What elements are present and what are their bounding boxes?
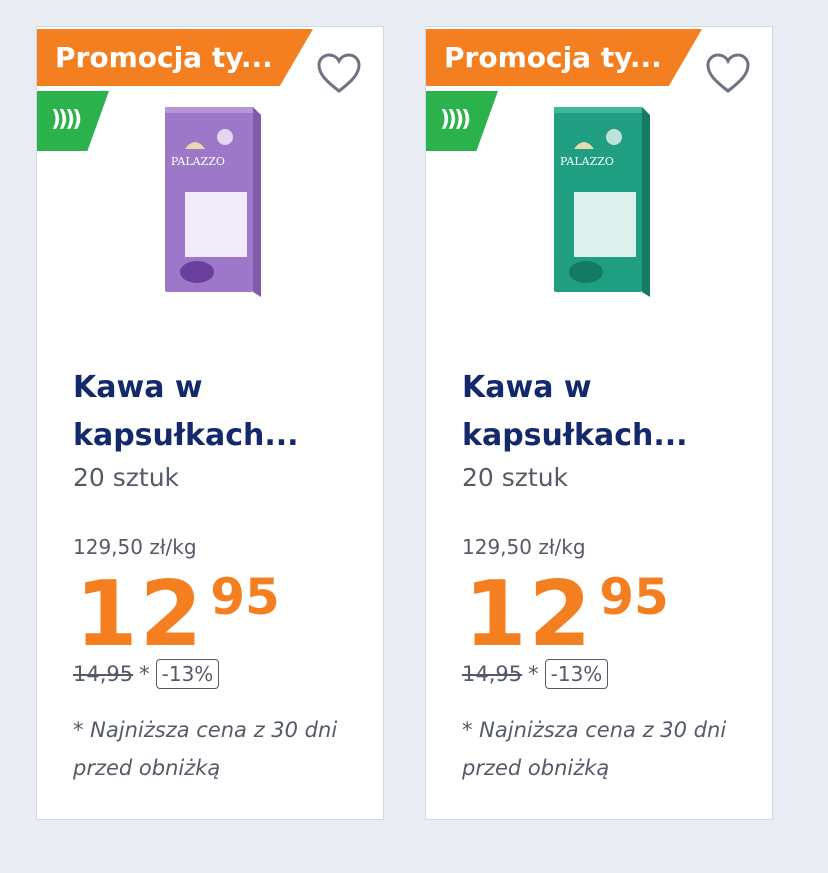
favorite-button[interactable] — [702, 49, 754, 97]
heart-outline-icon — [706, 53, 750, 93]
price-decimal: 95 — [599, 568, 669, 626]
product-image[interactable]: PALAZZO — [155, 97, 270, 302]
promo-badge: Promocja ty... — [426, 29, 702, 86]
fast-delivery-icon: )))) — [37, 91, 109, 151]
old-price-row: 14,95 * -13% — [462, 659, 609, 689]
product-name-link[interactable]: Kawa w kapsułkach... — [462, 364, 742, 460]
price-per-kg: 129,50 zł/kg — [462, 535, 586, 559]
lowest-price-note: * Najniższa cena z 30 dni przed obniżką — [462, 718, 727, 780]
old-price: 14,95 — [462, 662, 523, 686]
fast-delivery-icon: )))) — [426, 91, 498, 151]
product-card[interactable]: Promocja ty... )))) PALAZZO Kawa w kapsu… — [36, 26, 384, 820]
price-integer: 12 — [75, 562, 205, 667]
current-price: 12 95 — [75, 567, 280, 663]
old-price-row: 14,95 * -13% — [73, 659, 220, 689]
favorite-button[interactable] — [313, 49, 365, 97]
current-price: 12 95 — [464, 567, 669, 663]
product-name-link[interactable]: Kawa w kapsułkach... — [73, 364, 353, 460]
brand-text: PALAZZO — [171, 155, 225, 168]
lowest-price-note: * Najniższa cena z 30 dni przed obniżką — [73, 718, 338, 780]
product-unit: 20 sztuk — [462, 463, 569, 492]
discount-badge: -13% — [544, 659, 609, 689]
promo-badge: Promocja ty... — [37, 29, 313, 86]
product-image[interactable]: PALAZZO — [544, 97, 659, 302]
product-unit: 20 sztuk — [73, 463, 180, 492]
price-integer: 12 — [464, 562, 594, 667]
old-price-mark: * — [139, 662, 150, 686]
brand-text: PALAZZO — [560, 155, 614, 168]
price-decimal: 95 — [210, 568, 280, 626]
discount-badge: -13% — [155, 659, 220, 689]
old-price: 14,95 — [73, 662, 134, 686]
price-per-kg: 129,50 zł/kg — [73, 535, 197, 559]
product-card[interactable]: Promocja ty... )))) PALAZZO Kawa w kapsu… — [425, 26, 773, 820]
heart-outline-icon — [317, 53, 361, 93]
old-price-mark: * — [528, 662, 539, 686]
